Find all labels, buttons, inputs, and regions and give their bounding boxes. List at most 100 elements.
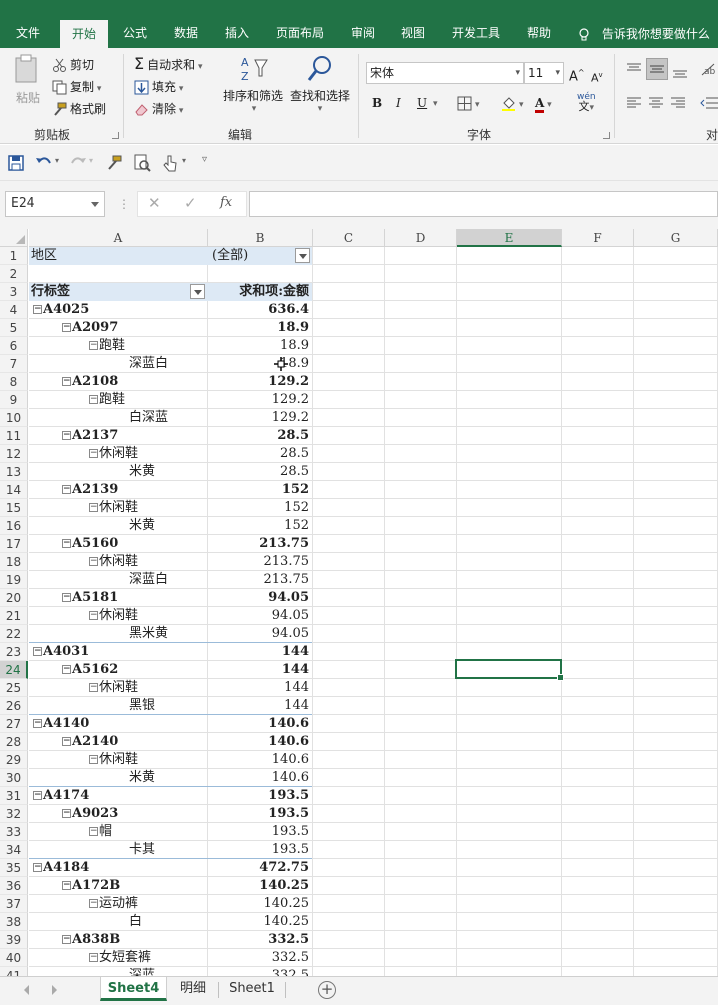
cell-b36[interactable]: 140.25 — [208, 877, 312, 895]
underline-dropdown[interactable]: ▾ — [433, 95, 438, 113]
tab-help[interactable]: 帮助 — [516, 0, 562, 48]
customize-qat-icon[interactable]: ▿ — [202, 154, 207, 165]
cell-a17[interactable]: −A5160 — [29, 535, 207, 553]
cell-b19[interactable]: 213.75 — [208, 571, 312, 589]
cell-a24[interactable]: −A5162 — [29, 661, 207, 679]
cell-a13[interactable]: 米黄 — [29, 463, 207, 481]
cell-a16[interactable]: 米黄 — [29, 517, 207, 535]
row-header-21[interactable]: 21 — [0, 607, 28, 625]
collapse-toggle-icon[interactable]: − — [89, 755, 98, 764]
collapse-toggle-icon[interactable]: − — [62, 809, 71, 818]
name-box[interactable]: E24 — [5, 191, 105, 217]
cell-a36[interactable]: −A172B — [29, 877, 207, 895]
column-header-a[interactable]: A — [29, 229, 208, 247]
row-header-19[interactable]: 19 — [0, 571, 28, 589]
cell-b28[interactable]: 140.6 — [208, 733, 312, 751]
insert-function-button[interactable]: fx — [220, 195, 232, 210]
column-header-e[interactable]: E — [457, 229, 562, 247]
cell-b37[interactable]: 140.25 — [208, 895, 312, 913]
cell-b32[interactable]: 193.5 — [208, 805, 312, 823]
collapse-toggle-icon[interactable]: − — [62, 593, 71, 602]
cell-b33[interactable]: 193.5 — [208, 823, 312, 841]
cell-a4[interactable]: −A4025 — [29, 301, 207, 319]
cell-b7[interactable]: 18.9 — [208, 355, 312, 373]
row-header-1[interactable]: 1 — [0, 247, 28, 265]
row-header-6[interactable]: 6 — [0, 337, 28, 355]
column-header-f[interactable]: F — [562, 229, 634, 247]
cell-a39[interactable]: −A838B — [29, 931, 207, 949]
row-header-37[interactable]: 37 — [0, 895, 28, 913]
tab-formulas[interactable]: 公式 — [112, 0, 158, 48]
font-size-select[interactable]: 11 ▾ — [524, 62, 564, 84]
collapse-toggle-icon[interactable]: − — [62, 323, 71, 332]
cut-button[interactable]: 剪切 — [52, 56, 94, 74]
cell-b13[interactable]: 28.5 — [208, 463, 312, 481]
decrease-indent-icon[interactable] — [700, 96, 718, 110]
column-header-c[interactable]: C — [313, 229, 385, 247]
collapse-toggle-icon[interactable]: − — [33, 719, 42, 728]
cell-a6[interactable]: −跑鞋 — [29, 337, 207, 355]
collapse-toggle-icon[interactable]: − — [62, 881, 71, 890]
align-left-icon[interactable] — [626, 96, 642, 110]
cell-a30[interactable]: 米黄 — [29, 769, 207, 787]
cell-b24[interactable]: 144 — [208, 661, 312, 679]
font-launcher-icon[interactable] — [603, 132, 610, 139]
find-select-button[interactable]: 查找和选择 ▾ — [288, 54, 352, 120]
row-header-5[interactable]: 5 — [0, 319, 28, 337]
cell-b26[interactable]: 144 — [208, 697, 312, 715]
cell-b35[interactable]: 472.75 — [208, 859, 312, 877]
cell-a20[interactable]: −A5181 — [29, 589, 207, 607]
cell-b9[interactable]: 129.2 — [208, 391, 312, 409]
align-center-icon[interactable] — [648, 96, 664, 110]
format-painter-button[interactable]: 格式刷 — [52, 100, 106, 118]
tab-file[interactable]: 文件 — [0, 0, 56, 48]
collapse-toggle-icon[interactable]: − — [89, 953, 98, 962]
cell-a22[interactable]: 黑米黄 — [29, 625, 207, 643]
row-header-18[interactable]: 18 — [0, 553, 28, 571]
row-header-38[interactable]: 38 — [0, 913, 28, 931]
row-header-16[interactable]: 16 — [0, 517, 28, 535]
cell-b6[interactable]: 18.9 — [208, 337, 312, 355]
cell-a5[interactable]: −A2097 — [29, 319, 207, 337]
row-header-40[interactable]: 40 — [0, 949, 28, 967]
row-header-27[interactable]: 27 — [0, 715, 28, 733]
row-header-8[interactable]: 8 — [0, 373, 28, 391]
cell-b15[interactable]: 152 — [208, 499, 312, 517]
row-header-34[interactable]: 34 — [0, 841, 28, 859]
collapse-toggle-icon[interactable]: − — [89, 557, 98, 566]
row-header-14[interactable]: 14 — [0, 481, 28, 499]
cell-b29[interactable]: 140.6 — [208, 751, 312, 769]
active-cell-selection[interactable] — [455, 659, 564, 681]
cell-b10[interactable]: 129.2 — [208, 409, 312, 427]
row-header-29[interactable]: 29 — [0, 751, 28, 769]
cell-b34[interactable]: 193.5 — [208, 841, 312, 859]
cell-b3[interactable]: 求和项:金额 — [208, 283, 312, 301]
cell-a15[interactable]: −休闲鞋 — [29, 499, 207, 517]
clear-button[interactable]: 清除 ▾ — [134, 100, 183, 120]
tab-page-layout[interactable]: 页面布局 — [264, 0, 336, 48]
collapse-toggle-icon[interactable]: − — [89, 395, 98, 404]
font-color-button[interactable]: A ▾ — [535, 94, 552, 114]
save-icon[interactable] — [6, 153, 26, 173]
cell-b23[interactable]: 144 — [208, 643, 312, 661]
touch-mode-icon[interactable] — [160, 153, 180, 173]
fill-button[interactable]: 填充 ▾ — [134, 78, 183, 98]
print-preview-icon[interactable] — [132, 153, 152, 173]
autosum-button[interactable]: Σ 自动求和 ▾ — [134, 55, 203, 76]
collapse-toggle-icon[interactable]: − — [62, 737, 71, 746]
collapse-toggle-icon[interactable]: − — [89, 503, 98, 512]
enter-icon[interactable]: ✓ — [184, 194, 197, 212]
sheet-tab-detail[interactable]: 明细 — [168, 977, 218, 1001]
row-header-7[interactable]: 7 — [0, 355, 28, 373]
row-header-35[interactable]: 35 — [0, 859, 28, 877]
row-labels-filter-button[interactable] — [190, 284, 205, 299]
row-header-4[interactable]: 4 — [0, 301, 28, 319]
collapse-toggle-icon[interactable]: − — [89, 611, 98, 620]
cell-b17[interactable]: 213.75 — [208, 535, 312, 553]
tab-home[interactable]: 开始 — [60, 20, 108, 48]
filter-dropdown-button[interactable] — [295, 248, 310, 263]
cell-a19[interactable]: 深蓝白 — [29, 571, 207, 589]
cell-a10[interactable]: 白深蓝 — [29, 409, 207, 427]
tab-insert[interactable]: 插入 — [214, 0, 260, 48]
cell-a26[interactable]: 黑银 — [29, 697, 207, 715]
